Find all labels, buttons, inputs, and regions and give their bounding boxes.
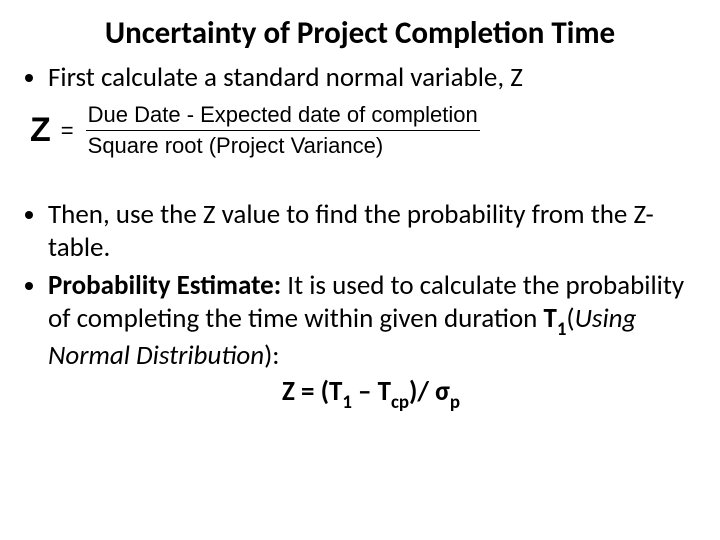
formula-fraction: Due Date - Expected date of completion S… [86, 102, 480, 159]
eq-div: )/ σ [409, 375, 450, 408]
bullet-3-T: T [543, 302, 556, 335]
formula-numerator: Due Date - Expected date of completion [86, 102, 480, 131]
bullet-1: First calculate a standard normal variab… [48, 62, 694, 94]
eq-z: Z = (T [282, 375, 342, 408]
formula-lhs: Z [30, 111, 51, 150]
formula-equals: = [61, 118, 74, 144]
body-list-2: Then, use the Z value to find the probab… [26, 199, 694, 413]
bullet-2: Then, use the Z value to find the probab… [48, 199, 694, 264]
slide-title: Uncertainty of Project Completion Time [26, 14, 694, 52]
eq-sub-p: p [450, 391, 460, 414]
z-equation-line: Z = (T1 – Tcp)/ σp [48, 376, 694, 413]
bullet-3-T-sub: 1 [557, 318, 567, 341]
eq-mid: – T [352, 375, 391, 408]
eq-sub-1: 1 [342, 391, 352, 414]
z-formula: Z = Due Date - Expected date of completi… [30, 102, 694, 159]
body-list: First calculate a standard normal variab… [26, 62, 694, 94]
slide: Uncertainty of Project Completion Time F… [0, 0, 720, 540]
bullet-3-end: ): [264, 339, 279, 372]
bullet-3-bold: Probability Estimate: [48, 269, 281, 302]
bullet-3-paren: ( [566, 302, 574, 335]
eq-sub-cp: cp [391, 391, 409, 414]
spacer [26, 177, 694, 199]
formula-denominator: Square root (Project Variance) [86, 131, 480, 159]
bullet-3: Probability Estimate: It is used to calc… [48, 270, 694, 413]
